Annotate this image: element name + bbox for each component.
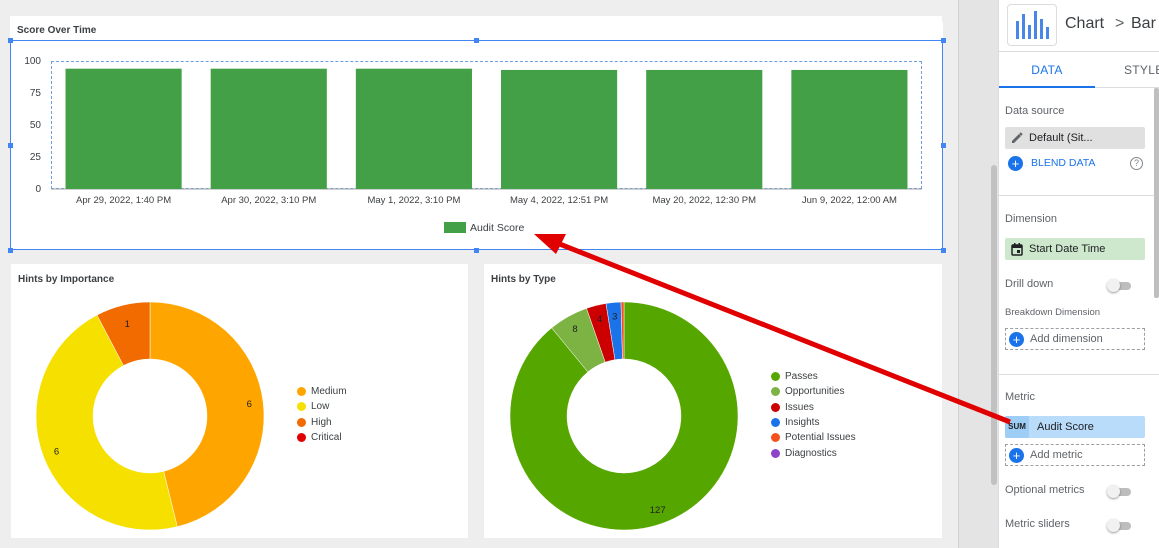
legend-item: Insights <box>771 417 819 428</box>
optional-metrics-toggle[interactable] <box>1107 485 1133 498</box>
plus-circle-icon: + <box>1009 331 1024 347</box>
legend-label: Issues <box>785 401 814 413</box>
legend-dot <box>771 387 780 397</box>
divider <box>999 374 1159 375</box>
legend-item: Diagnostics <box>771 448 837 459</box>
slice-value-label: 127 <box>650 505 666 516</box>
legend-item: Opportunities <box>771 386 844 397</box>
legend-label: Insights <box>785 416 820 428</box>
dimension-field[interactable]: Start Date Time <box>1005 238 1145 260</box>
calendar-icon <box>1005 238 1029 260</box>
optional-metrics-label: Optional metrics <box>1005 484 1085 496</box>
legend-dot <box>771 372 780 381</box>
plus-circle-icon: + <box>1009 447 1024 463</box>
blend-data-label: BLEND DATA <box>1031 157 1096 169</box>
divider <box>999 195 1159 196</box>
drill-down-label: Drill down <box>1005 278 1054 290</box>
add-dimension-button[interactable]: + Add dimension <box>1005 328 1145 350</box>
metric-sliders-label: Metric sliders <box>1005 518 1070 530</box>
legend-label: Diagnostics <box>785 447 837 459</box>
data-source-field[interactable]: Default (Sit... <box>1005 127 1145 149</box>
breadcrumb-chart[interactable]: Chart <box>1065 15 1104 33</box>
canvas-scrollbar[interactable] <box>991 165 997 485</box>
legend-item: Potential Issues <box>771 432 856 443</box>
legend-label: Potential Issues <box>785 432 856 444</box>
panel-scrollbar[interactable] <box>1154 88 1159 298</box>
metric-aggregation[interactable]: SUM <box>1005 416 1029 438</box>
metric-label: Metric <box>1005 391 1035 403</box>
slice-value-label: 4 <box>597 314 602 325</box>
add-dimension-label: Add dimension <box>1030 333 1103 345</box>
panel-header: Chart > Bar <box>999 0 1159 52</box>
metric-value: Audit Score <box>1037 421 1094 433</box>
bar-chart-icon <box>1016 11 1049 39</box>
type-donut-chart: 127 8 4 3 <box>509 301 739 531</box>
tab-style[interactable]: STYLE <box>1124 52 1159 88</box>
slice-value-label: 8 <box>572 324 577 335</box>
metric-sliders-toggle[interactable] <box>1107 519 1133 532</box>
legend-label: Opportunities <box>785 386 845 398</box>
slice-value-label: 3 <box>612 311 617 322</box>
add-metric-button[interactable]: + Add metric <box>1005 444 1145 466</box>
properties-panel: Chart > Bar DATA STYLE Data source Defau… <box>998 0 1159 548</box>
breadcrumb-bar[interactable]: Bar <box>1131 15 1156 33</box>
legend-dot <box>771 433 780 443</box>
help-icon[interactable]: ? <box>1130 157 1143 170</box>
legend-dot <box>771 448 780 458</box>
legend-dot <box>771 402 780 412</box>
dimension-label: Dimension <box>1005 213 1057 225</box>
legend-dot <box>771 417 780 427</box>
legend-label: Passes <box>785 371 818 382</box>
data-source-value: Default (Sit... <box>1029 132 1093 144</box>
plus-circle-icon: + <box>1008 155 1023 171</box>
breadcrumb-separator-icon: > <box>1115 15 1125 32</box>
data-source-label: Data source <box>1005 105 1065 117</box>
panel-tabs: DATA STYLE <box>999 52 1159 88</box>
pencil-icon[interactable] <box>1005 127 1029 149</box>
chart-type-button[interactable] <box>1007 4 1057 46</box>
add-metric-label: Add metric <box>1030 449 1083 461</box>
legend-item: Issues <box>771 402 814 413</box>
tab-data[interactable]: DATA <box>999 52 1095 88</box>
breakdown-dimension-label: Breakdown Dimension <box>1005 307 1101 318</box>
blend-data-button[interactable]: + BLEND DATA <box>1005 155 1095 171</box>
dimension-value: Start Date Time <box>1029 243 1106 255</box>
legend-item: Passes <box>771 371 818 382</box>
drill-down-toggle[interactable] <box>1107 279 1133 292</box>
report-canvas: Score Over Time 100 75 50 25 0 Apr 29, 2022, … <box>0 0 958 548</box>
metric-field[interactable]: SUM Audit Score <box>1005 416 1145 438</box>
